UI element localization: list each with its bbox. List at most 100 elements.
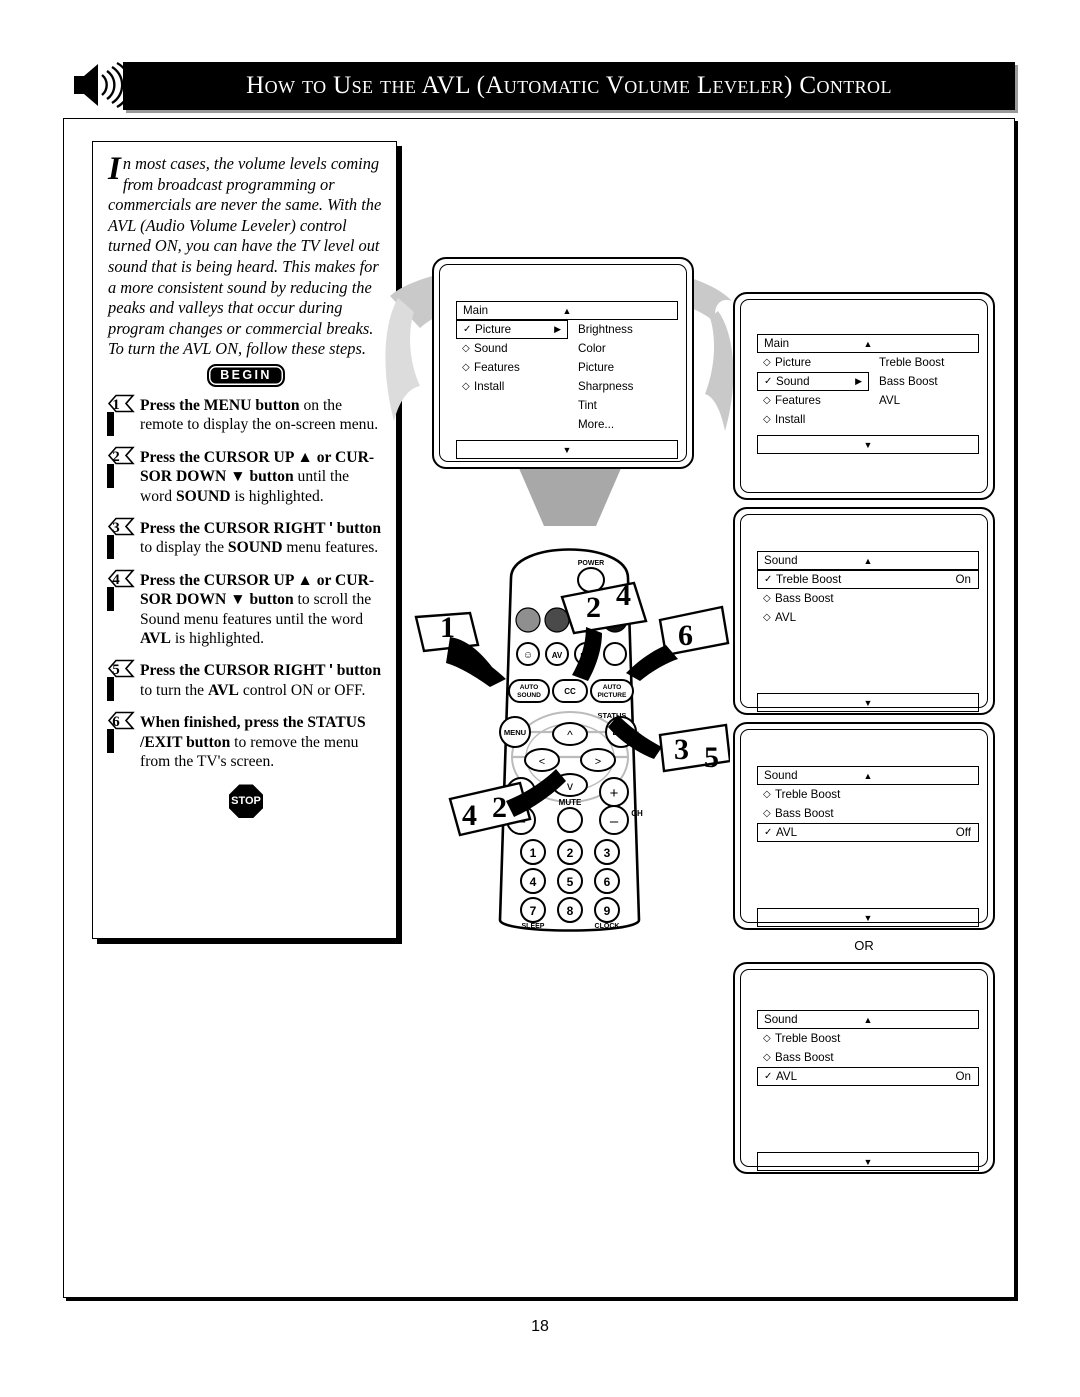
osd-subitem-label: Picture <box>578 361 615 374</box>
osd-item-treble-boost[interactable]: ✓ Treble Boost On <box>757 570 979 589</box>
osd-item-label: Bass Boost <box>775 1051 834 1064</box>
osd-item-marker: ◇ <box>763 357 771 368</box>
steps-list: 1 Press the MENU button on the remote to … <box>107 394 384 772</box>
scroll-down-bar[interactable]: ▼ <box>757 908 979 927</box>
svg-text:1: 1 <box>530 846 537 860</box>
osd-item-picture[interactable]: ✓ Picture ▶ <box>456 320 568 339</box>
osd-item-label: Sound <box>776 375 810 388</box>
svg-text:3: 3 <box>112 520 120 536</box>
page-number: 18 <box>531 1318 549 1335</box>
osd-subitem-label: Treble Boost <box>879 356 945 369</box>
step-6: 6 When finished, press the STATUS /EXIT b… <box>107 711 384 771</box>
osd-item-features[interactable]: ◇ Features <box>456 358 568 377</box>
tv-screen-main-menu: Main ▲ ✓ Picture ▶ ◇ Sound ◇ Features ◇ Install Bri… <box>432 257 694 469</box>
intro-dropcap: I <box>108 151 121 187</box>
step-text: Press the CURSOR UP ▲ or CUR-SOR DOWN ▼ … <box>140 448 375 505</box>
svg-text:6: 6 <box>678 619 693 652</box>
instructions-content: In most cases, the volume levels coming … <box>98 146 394 819</box>
osd-item-avl[interactable]: ◇ AVL <box>757 608 979 627</box>
osd-subitem[interactable]: Bass Boost <box>879 372 979 391</box>
intro-paragraph: In most cases, the volume levels coming … <box>108 151 384 360</box>
page-title: How to Use the AVL (Automatic Volume Lev… <box>246 72 892 99</box>
osd-item-treble-boost[interactable]: ◇ Treble Boost <box>757 785 979 804</box>
osd-item-marker: ◇ <box>763 593 771 604</box>
osd-title: Main ▲ <box>456 301 678 320</box>
step-2: 2 Press the CURSOR UP ▲ or CUR-SOR DOWN ▼… <box>107 446 384 506</box>
tv-screen-avl-on: Sound ▲ ◇ Treble Boost ◇ Bass Boost ✓ AVL On ▼ <box>733 962 995 1174</box>
step-text: Press the CURSOR RIGHT ' button to turn … <box>140 662 381 699</box>
tv-screen-avl-off: Sound ▲ ◇ Treble Boost ◇ Bass Boost ✓ AVL Off ▼ <box>733 722 995 930</box>
osd-subitem[interactable]: More... <box>578 415 678 434</box>
osd-item-sound[interactable]: ◇ Sound <box>456 339 568 358</box>
scroll-up-arrow[interactable]: ▲ <box>864 556 873 566</box>
tv-screen-sound-menu: Sound ▲ ✓ Treble Boost On ◇ Bass Boost ◇ AVL ▼ <box>733 507 995 715</box>
osd-item-marker: ◇ <box>462 381 470 392</box>
osd-item-sound[interactable]: ✓ Sound ▶ <box>757 372 869 391</box>
svg-text:2: 2 <box>492 791 507 824</box>
osd-item-label: Install <box>775 413 806 426</box>
scroll-down-bar[interactable]: ▼ <box>757 1152 979 1171</box>
osd-right-column: Treble Boost Bass Boost AVL <box>869 353 979 429</box>
osd-item-label: AVL <box>776 1070 798 1083</box>
osd-right-column: Brightness Color Picture Sharpness Tint More.… <box>568 320 678 434</box>
scroll-up-arrow[interactable]: ▲ <box>864 771 873 781</box>
osd-item-bass-boost[interactable]: ◇ Bass Boost <box>757 589 979 608</box>
osd-menu: Main ▲ ✓ Picture ▶ ◇ Sound ◇ Features ◇ Install Bri… <box>456 301 678 459</box>
osd-subitem[interactable]: Color <box>578 339 678 358</box>
osd-item-marker: ✓ <box>463 324 472 335</box>
osd-left-column: ◇ Picture ✓ Sound ▶ ◇ Features ◇ Install <box>757 353 869 429</box>
osd-subitem[interactable]: Tint <box>578 396 678 415</box>
svg-text:1: 1 <box>112 397 120 413</box>
osd-item-features[interactable]: ◇ Features <box>757 391 869 410</box>
callout-pointers-lower: 4 2 <box>448 769 566 837</box>
step-1: 1 Press the MENU button on the remote to … <box>107 394 384 436</box>
osd-subitem[interactable]: Treble Boost <box>879 353 979 372</box>
osd-item-label: Treble Boost <box>775 788 841 801</box>
step-number-badge: 1 <box>107 394 135 413</box>
osd-subitem[interactable]: Brightness <box>578 320 678 339</box>
osd-item-marker: ◇ <box>763 612 771 623</box>
osd-subitem-label: Brightness <box>578 323 633 336</box>
or-label: OR <box>854 938 874 953</box>
osd-item-picture[interactable]: ◇ Picture <box>757 353 869 372</box>
osd-item-marker: ✓ <box>764 827 773 838</box>
scroll-up-arrow[interactable]: ▲ <box>864 1015 873 1025</box>
osd-item-marker: ✓ <box>764 1071 773 1082</box>
svg-text:CLOCK: CLOCK <box>595 923 620 930</box>
osd-title-label: Sound <box>764 1013 798 1026</box>
scroll-up-arrow[interactable]: ▲ <box>563 306 572 316</box>
osd-item-install[interactable]: ◇ Install <box>757 410 869 429</box>
osd-menu: Sound ▲ ◇ Treble Boost ◇ Bass Boost ✓ AVL On ▼ <box>757 1010 979 1171</box>
osd-item-marker: ✓ <box>764 574 773 585</box>
step-number-badge: 5 <box>107 659 135 678</box>
osd-item-avl[interactable]: ✓ AVL On <box>757 1067 979 1086</box>
svg-text:6: 6 <box>604 875 611 889</box>
osd-item-marker: ◇ <box>462 362 470 373</box>
osd-item-bass-boost[interactable]: ◇ Bass Boost <box>757 1048 979 1067</box>
osd-item-treble-boost[interactable]: ◇ Treble Boost <box>757 1029 979 1048</box>
osd-item-install[interactable]: ◇ Install <box>456 377 568 396</box>
decorative-beam <box>500 466 640 528</box>
osd-item-bass-boost[interactable]: ◇ Bass Boost <box>757 804 979 823</box>
scroll-down-bar[interactable]: ▼ <box>456 440 678 459</box>
svg-text:4: 4 <box>616 579 631 612</box>
osd-subitem[interactable]: AVL <box>879 391 979 410</box>
osd-menu: Sound ▲ ✓ Treble Boost On ◇ Bass Boost ◇ AVL ▼ <box>757 551 979 712</box>
osd-item-marker: ◇ <box>763 414 771 425</box>
osd-item-label: Bass Boost <box>775 807 834 820</box>
osd-title-label: Sound <box>764 769 798 782</box>
scroll-down-bar[interactable]: ▼ <box>757 693 979 712</box>
scroll-up-arrow[interactable]: ▲ <box>864 339 873 349</box>
scroll-down-bar[interactable]: ▼ <box>757 435 979 454</box>
osd-subitem[interactable]: Picture <box>578 358 678 377</box>
stop-badge: STOP <box>229 784 263 819</box>
osd-subitem-label: More... <box>578 418 615 431</box>
osd-item-label: AVL <box>775 611 797 624</box>
step-number-badge: 4 <box>107 569 135 588</box>
svg-text:2: 2 <box>567 846 574 860</box>
osd-item-label: Picture <box>475 323 512 336</box>
osd-subitem-label: AVL <box>879 394 901 407</box>
osd-item-marker: ◇ <box>763 395 771 406</box>
osd-subitem[interactable]: Sharpness <box>578 377 678 396</box>
osd-item-avl[interactable]: ✓ AVL Off <box>757 823 979 842</box>
